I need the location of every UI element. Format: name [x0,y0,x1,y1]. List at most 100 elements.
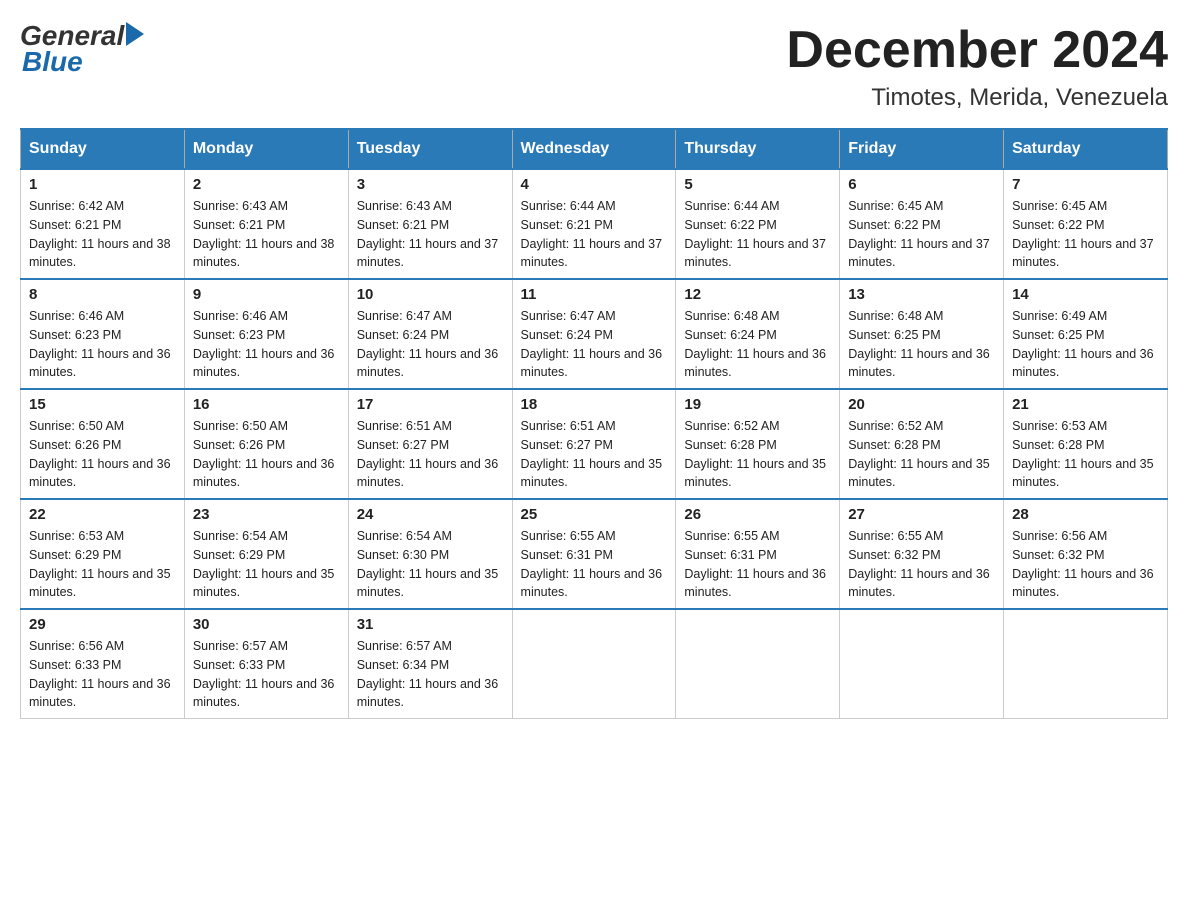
table-row: 11 Sunrise: 6:47 AM Sunset: 6:24 PM Dayl… [512,279,676,389]
calendar-header-row: Sunday Monday Tuesday Wednesday Thursday… [21,129,1168,169]
logo-arrow-icon [126,22,144,46]
day-number: 6 [848,176,995,193]
day-number: 23 [193,506,340,523]
day-number: 22 [29,506,176,523]
table-row: 7 Sunrise: 6:45 AM Sunset: 6:22 PM Dayli… [1004,169,1168,279]
day-number: 20 [848,396,995,413]
table-row: 18 Sunrise: 6:51 AM Sunset: 6:27 PM Dayl… [512,389,676,499]
day-number: 3 [357,176,504,193]
day-info: Sunrise: 6:42 AM Sunset: 6:21 PM Dayligh… [29,197,176,272]
day-info: Sunrise: 6:43 AM Sunset: 6:21 PM Dayligh… [357,197,504,272]
day-info: Sunrise: 6:56 AM Sunset: 6:33 PM Dayligh… [29,637,176,712]
table-row: 8 Sunrise: 6:46 AM Sunset: 6:23 PM Dayli… [21,279,185,389]
table-row: 21 Sunrise: 6:53 AM Sunset: 6:28 PM Dayl… [1004,389,1168,499]
header-tuesday: Tuesday [348,129,512,169]
day-info: Sunrise: 6:54 AM Sunset: 6:29 PM Dayligh… [193,527,340,602]
table-row: 22 Sunrise: 6:53 AM Sunset: 6:29 PM Dayl… [21,499,185,609]
calendar-week-5: 29 Sunrise: 6:56 AM Sunset: 6:33 PM Dayl… [21,609,1168,719]
table-row: 13 Sunrise: 6:48 AM Sunset: 6:25 PM Dayl… [840,279,1004,389]
day-info: Sunrise: 6:48 AM Sunset: 6:25 PM Dayligh… [848,307,995,382]
calendar-week-1: 1 Sunrise: 6:42 AM Sunset: 6:21 PM Dayli… [21,169,1168,279]
table-row: 19 Sunrise: 6:52 AM Sunset: 6:28 PM Dayl… [676,389,840,499]
day-number: 14 [1012,286,1159,303]
day-number: 10 [357,286,504,303]
table-row: 29 Sunrise: 6:56 AM Sunset: 6:33 PM Dayl… [21,609,185,719]
header-monday: Monday [184,129,348,169]
table-row: 5 Sunrise: 6:44 AM Sunset: 6:22 PM Dayli… [676,169,840,279]
table-row [512,609,676,719]
day-info: Sunrise: 6:48 AM Sunset: 6:24 PM Dayligh… [684,307,831,382]
day-info: Sunrise: 6:45 AM Sunset: 6:22 PM Dayligh… [1012,197,1159,272]
day-info: Sunrise: 6:45 AM Sunset: 6:22 PM Dayligh… [848,197,995,272]
day-number: 12 [684,286,831,303]
day-info: Sunrise: 6:55 AM Sunset: 6:31 PM Dayligh… [521,527,668,602]
page-header: General Blue December 2024 Timotes, Meri… [20,20,1168,112]
header-saturday: Saturday [1004,129,1168,169]
logo-blue-text: Blue [22,46,83,78]
calendar-week-4: 22 Sunrise: 6:53 AM Sunset: 6:29 PM Dayl… [21,499,1168,609]
day-info: Sunrise: 6:46 AM Sunset: 6:23 PM Dayligh… [29,307,176,382]
day-number: 24 [357,506,504,523]
day-number: 28 [1012,506,1159,523]
month-year-title: December 2024 [786,20,1168,80]
day-number: 4 [521,176,668,193]
day-info: Sunrise: 6:51 AM Sunset: 6:27 PM Dayligh… [357,417,504,492]
day-number: 31 [357,616,504,633]
table-row: 3 Sunrise: 6:43 AM Sunset: 6:21 PM Dayli… [348,169,512,279]
day-info: Sunrise: 6:50 AM Sunset: 6:26 PM Dayligh… [193,417,340,492]
table-row: 6 Sunrise: 6:45 AM Sunset: 6:22 PM Dayli… [840,169,1004,279]
table-row: 17 Sunrise: 6:51 AM Sunset: 6:27 PM Dayl… [348,389,512,499]
day-info: Sunrise: 6:53 AM Sunset: 6:29 PM Dayligh… [29,527,176,602]
day-number: 1 [29,176,176,193]
day-number: 5 [684,176,831,193]
day-info: Sunrise: 6:52 AM Sunset: 6:28 PM Dayligh… [848,417,995,492]
day-number: 29 [29,616,176,633]
day-info: Sunrise: 6:51 AM Sunset: 6:27 PM Dayligh… [521,417,668,492]
table-row: 25 Sunrise: 6:55 AM Sunset: 6:31 PM Dayl… [512,499,676,609]
header-wednesday: Wednesday [512,129,676,169]
logo: General Blue [20,20,144,78]
day-number: 19 [684,396,831,413]
day-number: 13 [848,286,995,303]
table-row: 12 Sunrise: 6:48 AM Sunset: 6:24 PM Dayl… [676,279,840,389]
table-row: 2 Sunrise: 6:43 AM Sunset: 6:21 PM Dayli… [184,169,348,279]
day-info: Sunrise: 6:55 AM Sunset: 6:32 PM Dayligh… [848,527,995,602]
day-number: 15 [29,396,176,413]
table-row: 10 Sunrise: 6:47 AM Sunset: 6:24 PM Dayl… [348,279,512,389]
day-info: Sunrise: 6:49 AM Sunset: 6:25 PM Dayligh… [1012,307,1159,382]
day-number: 16 [193,396,340,413]
table-row: 24 Sunrise: 6:54 AM Sunset: 6:30 PM Dayl… [348,499,512,609]
day-info: Sunrise: 6:52 AM Sunset: 6:28 PM Dayligh… [684,417,831,492]
table-row [840,609,1004,719]
day-info: Sunrise: 6:47 AM Sunset: 6:24 PM Dayligh… [357,307,504,382]
table-row: 1 Sunrise: 6:42 AM Sunset: 6:21 PM Dayli… [21,169,185,279]
calendar-week-2: 8 Sunrise: 6:46 AM Sunset: 6:23 PM Dayli… [21,279,1168,389]
table-row: 16 Sunrise: 6:50 AM Sunset: 6:26 PM Dayl… [184,389,348,499]
day-info: Sunrise: 6:55 AM Sunset: 6:31 PM Dayligh… [684,527,831,602]
header-friday: Friday [840,129,1004,169]
day-info: Sunrise: 6:43 AM Sunset: 6:21 PM Dayligh… [193,197,340,272]
day-number: 11 [521,286,668,303]
table-row: 28 Sunrise: 6:56 AM Sunset: 6:32 PM Dayl… [1004,499,1168,609]
table-row: 9 Sunrise: 6:46 AM Sunset: 6:23 PM Dayli… [184,279,348,389]
table-row: 27 Sunrise: 6:55 AM Sunset: 6:32 PM Dayl… [840,499,1004,609]
day-number: 17 [357,396,504,413]
day-info: Sunrise: 6:44 AM Sunset: 6:21 PM Dayligh… [521,197,668,272]
table-row: 15 Sunrise: 6:50 AM Sunset: 6:26 PM Dayl… [21,389,185,499]
day-number: 7 [1012,176,1159,193]
table-row: 30 Sunrise: 6:57 AM Sunset: 6:33 PM Dayl… [184,609,348,719]
header-sunday: Sunday [21,129,185,169]
day-info: Sunrise: 6:46 AM Sunset: 6:23 PM Dayligh… [193,307,340,382]
day-number: 27 [848,506,995,523]
day-info: Sunrise: 6:50 AM Sunset: 6:26 PM Dayligh… [29,417,176,492]
day-info: Sunrise: 6:54 AM Sunset: 6:30 PM Dayligh… [357,527,504,602]
table-row: 26 Sunrise: 6:55 AM Sunset: 6:31 PM Dayl… [676,499,840,609]
day-info: Sunrise: 6:57 AM Sunset: 6:33 PM Dayligh… [193,637,340,712]
calendar-table: Sunday Monday Tuesday Wednesday Thursday… [20,128,1168,719]
day-number: 25 [521,506,668,523]
table-row [1004,609,1168,719]
day-info: Sunrise: 6:47 AM Sunset: 6:24 PM Dayligh… [521,307,668,382]
day-number: 30 [193,616,340,633]
day-info: Sunrise: 6:56 AM Sunset: 6:32 PM Dayligh… [1012,527,1159,602]
table-row: 20 Sunrise: 6:52 AM Sunset: 6:28 PM Dayl… [840,389,1004,499]
